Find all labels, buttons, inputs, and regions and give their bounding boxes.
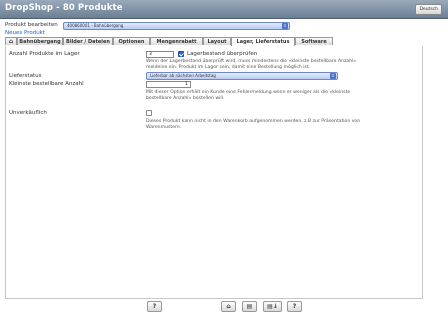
chevron-down-icon: ⇕ (330, 73, 336, 79)
window-title: DropShop - 80 Produkte (5, 3, 123, 13)
tab-optionen[interactable]: Optionen (113, 37, 150, 45)
tab-bilder-dateien[interactable]: Bilder / Dateien (63, 37, 113, 45)
check-stock-checkbox[interactable] (178, 51, 184, 57)
product-select[interactable]: 400860001 - Bahnübergang ⇕ (63, 22, 290, 30)
stock-label: Anzahl Produkte im Lager (9, 51, 80, 57)
help-button[interactable]: ? (147, 301, 162, 312)
chevron-down-icon: ⇕ (282, 23, 288, 29)
save-icon: ▤ (246, 303, 253, 310)
min-order-input[interactable]: 1 (146, 81, 191, 88)
help-button-2[interactable]: ? (287, 301, 302, 312)
unsaleable-label: Unverkäuflich (9, 110, 47, 116)
stock-help-line1: Wenn der Lagerbestand überprüft wird, mu… (146, 59, 357, 64)
save-close-button[interactable]: ▤↓ (263, 301, 282, 312)
delivery-select[interactable]: Lieferbar ab nächsten Arbeitstag ⇕ (146, 72, 338, 80)
home-button[interactable]: ⌂ (221, 301, 236, 312)
min-order-label: Kleinste bestellbare Anzahl (9, 81, 84, 87)
tab-mengenrabatt[interactable]: Mengenrabatt (150, 37, 203, 45)
tab-bahnuebergang[interactable]: Bahnübergang (17, 37, 63, 45)
stock-help-line2: meldeine ein. Produkt im Lager sein, dam… (146, 65, 311, 70)
new-product-link[interactable]: Neues Produkt (5, 30, 45, 36)
tab-panel: Anzahl Produkte im Lager 3 Lagerbestand … (5, 46, 423, 299)
save-button[interactable]: ▤ (242, 301, 257, 312)
edit-product-label: Produkt bearbeiten (5, 22, 58, 28)
tab-layout[interactable]: Layout (203, 37, 231, 45)
check-stock-label: Lagerbestand überprüfen (187, 51, 258, 57)
delivery-select-value: Lieferbar ab nächsten Arbeitstag (150, 73, 216, 78)
min-order-help-line1: Mit dieser Option erhält ein Kunde eine … (146, 90, 351, 95)
unsaleable-checkbox[interactable] (146, 110, 152, 116)
delivery-label: Lieferstatus (9, 73, 42, 79)
home-tab[interactable]: ⌂ (5, 37, 17, 45)
tab-lager-lieferstatus[interactable]: Lager, Lieferstatus (231, 37, 295, 46)
home-icon: ⌂ (226, 303, 231, 310)
tab-software[interactable]: Software (295, 37, 333, 45)
product-select-value: 400860001 - Bahnübergang (67, 23, 124, 28)
home-icon: ⌂ (8, 38, 14, 45)
unsaleable-help-line2: Warenmustern. (146, 125, 182, 130)
title-bar: DropShop - 80 Produkte Deutsch (0, 0, 448, 19)
language-button[interactable]: Deutsch (415, 4, 442, 15)
unsaleable-help-line1: Dieses Produkt kann nicht in den Warenko… (146, 119, 361, 124)
stock-input[interactable]: 3 (146, 51, 174, 58)
min-order-help-line2: bestellbare Anzahl» bestellen will. (146, 96, 225, 101)
save-close-icon: ▤↓ (267, 303, 278, 310)
